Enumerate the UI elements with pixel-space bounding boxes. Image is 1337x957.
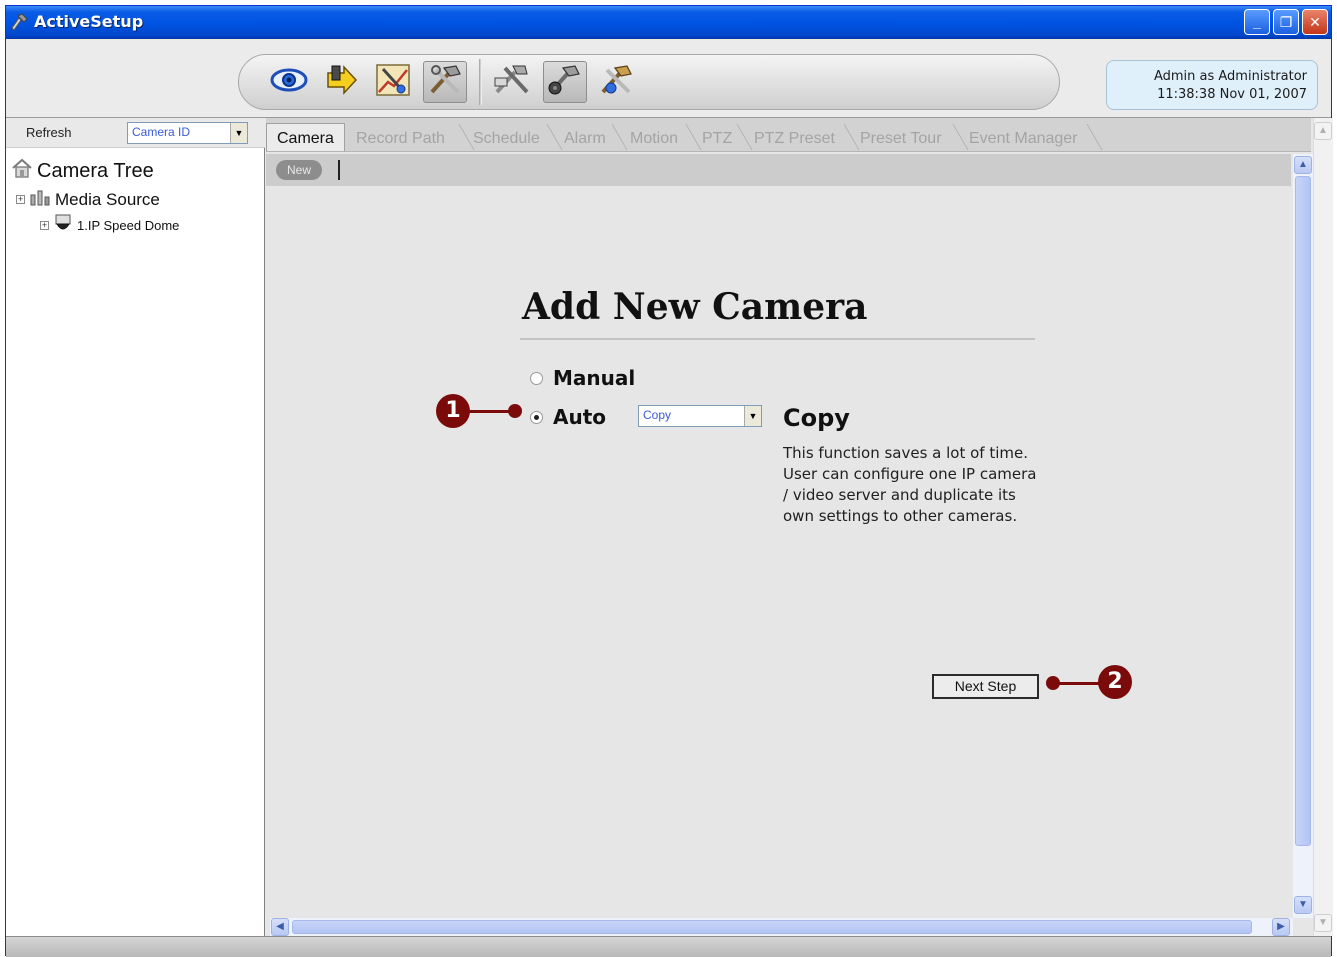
dome-camera-icon	[54, 214, 72, 237]
tools-chart-icon	[374, 62, 412, 103]
horizontal-scroll-thumb[interactable]	[292, 920, 1252, 934]
title-bar[interactable]: ActiveSetup _ ❐ ✕	[6, 6, 1331, 39]
scroll-down-icon[interactable]: ▼	[1294, 896, 1312, 914]
tab-event-manager[interactable]: Event Manager	[969, 123, 1078, 151]
auto-label: Auto	[553, 405, 607, 429]
multi-tools-icon	[493, 62, 533, 103]
main-content: Camera Record Path Schedule Alarm Motion…	[266, 118, 1333, 936]
manual-option[interactable]: Manual	[530, 366, 635, 390]
tab-separator	[843, 124, 860, 150]
tree-item-ip-speed-dome[interactable]: + 1.IP Speed Dome	[40, 214, 179, 237]
toolbar-button-view[interactable]	[267, 61, 311, 103]
outer-scroll-down-icon[interactable]: ▼	[1314, 914, 1332, 932]
tree-item-label: Media Source	[55, 189, 160, 209]
next-step-button[interactable]: Next Step	[932, 674, 1039, 699]
tab-separator	[1086, 124, 1103, 150]
login-status-box: Admin as Administrator 11:38:38 Nov 01, …	[1106, 60, 1318, 110]
toolbar-button-camera-tools[interactable]	[543, 61, 587, 103]
title-divider	[520, 338, 1035, 340]
content-vertical-scrollbar[interactable]: ▲ ▼	[1293, 154, 1313, 918]
left-panel: Refresh Camera ID ▼ Camera Tree + Media …	[6, 118, 265, 936]
app-logo-icon	[10, 12, 30, 32]
expand-icon[interactable]: +	[16, 195, 25, 204]
callout-marker-2: 2	[1098, 665, 1132, 699]
auto-radio[interactable]	[530, 410, 543, 424]
vertical-scroll-thumb[interactable]	[1295, 176, 1311, 846]
auto-mode-select[interactable]: Copy ▼	[638, 405, 762, 427]
tab-bar: Camera Record Path Schedule Alarm Motion…	[266, 118, 1311, 152]
eye-icon	[270, 66, 308, 99]
tab-motion[interactable]: Motion	[630, 123, 678, 151]
auto-option[interactable]: Auto	[530, 405, 606, 429]
tab-separator	[611, 124, 628, 150]
close-button[interactable]: ✕	[1302, 9, 1328, 35]
settings-tools-icon	[597, 62, 637, 103]
refresh-button[interactable]: Refresh	[26, 125, 72, 140]
outer-vertical-scrollbar[interactable]: ▲ ▼	[1313, 118, 1333, 936]
toolbar-button-tools-chart[interactable]	[371, 61, 415, 103]
manual-label: Manual	[553, 366, 636, 390]
chevron-down-icon[interactable]: ▼	[744, 406, 761, 426]
toolbar-separator	[479, 59, 482, 105]
toolbar-area: Admin as Administrator 11:38:38 Nov 01, …	[6, 40, 1331, 118]
scroll-left-icon[interactable]: ◀	[271, 918, 289, 936]
callout-marker-1: 1	[436, 394, 470, 428]
tab-separator	[952, 124, 969, 150]
outer-scroll-up-icon[interactable]: ▲	[1314, 122, 1332, 140]
subbar-separator	[338, 160, 340, 180]
toolbar-button-export[interactable]	[319, 61, 363, 103]
tab-alarm[interactable]: Alarm	[564, 123, 606, 151]
copy-heading: Copy	[783, 404, 850, 432]
manual-radio[interactable]	[530, 371, 543, 385]
toolbar-button-multi-tools[interactable]	[491, 61, 535, 103]
camera-tree-label: Camera Tree	[37, 159, 154, 182]
tab-camera[interactable]: Camera	[266, 123, 345, 151]
tab-separator	[685, 124, 702, 150]
tab-record-path[interactable]: Record Path	[356, 123, 445, 151]
main-toolbar	[238, 54, 1060, 110]
media-source-icon	[30, 188, 50, 211]
login-user-text: Admin as Administrator	[1153, 69, 1307, 84]
window-title: ActiveSetup	[34, 12, 144, 31]
camera-tree-root[interactable]: Camera Tree	[11, 158, 154, 184]
window-controls: _ ❐ ✕	[1244, 9, 1328, 35]
sort-select-value: Camera ID	[132, 125, 191, 139]
status-bar	[6, 936, 1331, 957]
callout-line-2	[1056, 682, 1102, 685]
new-button[interactable]: New	[276, 160, 322, 180]
restore-button[interactable]: ❐	[1273, 9, 1299, 35]
camera-tools-icon	[545, 62, 585, 103]
copy-description: This function saves a lot of time. User …	[783, 444, 1037, 525]
tab-separator	[546, 124, 563, 150]
auto-mode-value: Copy	[643, 408, 672, 422]
minimize-button[interactable]: _	[1244, 9, 1270, 35]
left-panel-header: Refresh Camera ID ▼	[6, 118, 265, 148]
home-icon	[11, 158, 33, 184]
tree-item-label: 1.IP Speed Dome	[77, 218, 180, 233]
tab-schedule[interactable]: Schedule	[473, 123, 540, 151]
scroll-up-icon[interactable]: ▲	[1294, 156, 1312, 174]
app-window: ActiveSetup _ ❐ ✕ Admin as Administrator…	[5, 5, 1333, 957]
expand-icon[interactable]: +	[40, 221, 49, 230]
tab-ptz[interactable]: PTZ	[702, 123, 732, 151]
tree-item-media-source[interactable]: + Media Source	[16, 188, 160, 211]
login-datetime-text: 11:38:38 Nov 01, 2007	[1157, 87, 1307, 102]
tab-preset-tour[interactable]: Preset Tour	[860, 123, 942, 151]
export-arrow-icon	[322, 63, 360, 102]
page-title: Add New Camera	[522, 286, 868, 328]
hammer-wrench-icon	[426, 62, 464, 103]
tab-ptz-preset[interactable]: PTZ Preset	[754, 123, 835, 151]
tab-separator	[736, 124, 753, 150]
scroll-right-icon[interactable]: ▶	[1272, 918, 1290, 936]
toolbar-button-settings-tools[interactable]	[595, 61, 639, 103]
content-horizontal-scrollbar[interactable]: ◀ ▶	[270, 918, 1293, 936]
chevron-down-icon[interactable]: ▼	[230, 123, 247, 143]
callout-dot-1	[508, 404, 522, 418]
sub-toolbar: New	[266, 154, 1291, 186]
sort-select[interactable]: Camera ID ▼	[127, 122, 248, 144]
toolbar-button-setup[interactable]	[423, 61, 467, 103]
